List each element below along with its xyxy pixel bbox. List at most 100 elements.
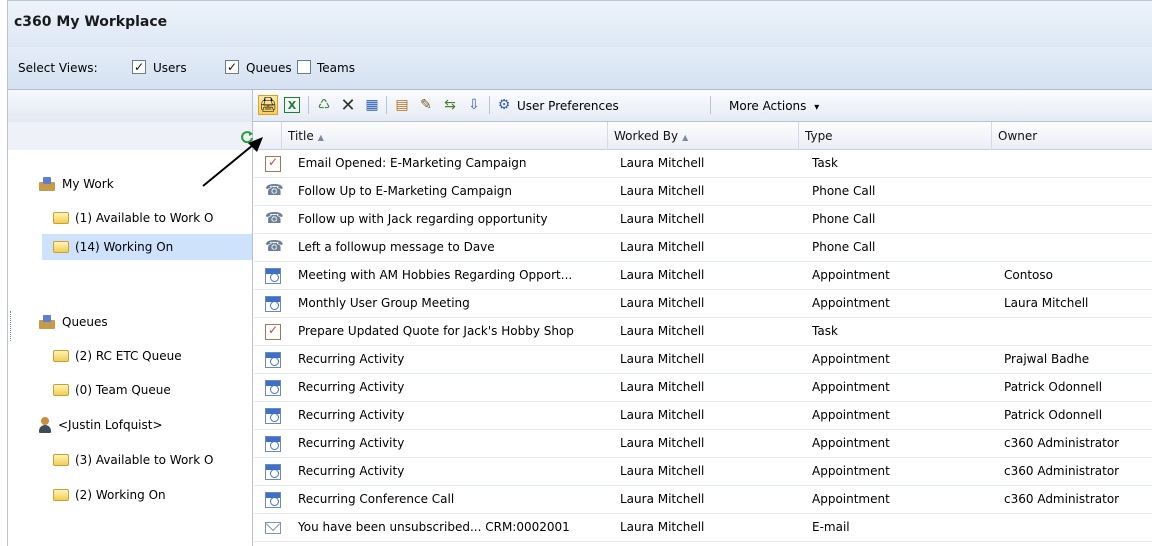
table-row[interactable]: Recurring Activity Laura Mitchell Appointm… (254, 346, 1152, 374)
properties-icon[interactable]: ▤ (392, 95, 412, 115)
print-icon[interactable]: 🖨 (258, 95, 278, 115)
cell-title: You have been unsubscribed... CRM:000200… (298, 520, 570, 534)
column-title-label: Title (288, 129, 314, 143)
cell-owner (1004, 206, 1152, 234)
toolbar-separator (710, 96, 711, 114)
table-row[interactable]: You have been unsubscribed... CRM:000200… (254, 514, 1152, 542)
cell-worked-by: Laura Mitchell (620, 408, 705, 422)
table-row[interactable]: Left a followup message to Dave Laura Mit… (254, 234, 1152, 262)
cell-title: Left a followup message to Dave (298, 240, 495, 254)
tree-item-label: (1) Available to Work O (75, 211, 214, 225)
assign-icon[interactable]: ♺ (314, 95, 334, 115)
toolbar-separator (386, 96, 387, 114)
more-actions-button[interactable]: More Actions ▾ (729, 99, 819, 113)
cell-type: Appointment (812, 492, 890, 506)
appointment-icon (265, 352, 281, 368)
folder-icon (53, 212, 69, 224)
cell-owner (1004, 514, 1152, 542)
tree-item-queues[interactable]: Queues (38, 309, 108, 335)
tree-item-available-to-work[interactable]: (1) Available to Work O (53, 205, 213, 231)
cell-owner (1004, 318, 1152, 346)
user-icon (38, 417, 52, 433)
teams-label: Teams (317, 61, 355, 75)
table-row[interactable]: Recurring Activity Laura Mitchell Appointm… (254, 430, 1152, 458)
splitter-handle[interactable] (10, 311, 12, 341)
cell-worked-by: Laura Mitchell (620, 492, 705, 506)
table-row[interactable]: Follow up with Jack regarding opportunit… (254, 206, 1152, 234)
toolbar: 🖨 X ♺ ✕ ▦ ▤ ✎ ⇆ ⇩ ⚙ User Preferences Mor… (8, 90, 1152, 122)
cell-owner: Contoso (1004, 268, 1053, 282)
cell-title: Recurring Activity (298, 464, 405, 478)
tree-item-working-on[interactable]: (14) Working On (42, 234, 252, 260)
cell-worked-by: Laura Mitchell (620, 212, 705, 226)
queues-label: Queues (246, 61, 292, 75)
folder-icon (53, 454, 69, 466)
folder-icon (53, 350, 69, 362)
tree-item-rc-etc-queue[interactable]: (2) RC ETC Queue (53, 343, 182, 369)
column-owner-label: Owner (998, 129, 1038, 143)
toolbar-separator (489, 96, 490, 114)
appointment-icon (265, 408, 281, 424)
table-row[interactable]: Follow Up to E-Marketing Campaign Laura M… (254, 178, 1152, 206)
cell-owner: Patrick Odonnell (1004, 380, 1103, 394)
table-row[interactable]: Recurring Activity Laura Mitchell Appointm… (254, 374, 1152, 402)
appointment-icon (265, 492, 281, 508)
cell-title: Recurring Conference Call (298, 492, 455, 506)
cell-owner: Prajwal Badhe (1004, 352, 1090, 366)
annotation-arrow (202, 137, 263, 187)
appointment-icon (265, 436, 281, 452)
folder-icon (53, 384, 69, 396)
cell-worked-by: Laura Mitchell (620, 324, 705, 338)
cell-type: Phone Call (812, 184, 876, 198)
cell-title: Recurring Activity (298, 408, 405, 422)
inbox-icon (38, 177, 56, 191)
tree-item-team-queue[interactable]: (0) Team Queue (53, 377, 171, 403)
tree-item-label: Queues (62, 315, 108, 329)
cell-title: Recurring Activity (298, 352, 405, 366)
cell-owner: Patrick Odonnell (1004, 408, 1103, 422)
table-row[interactable]: Recurring Activity Laura Mitchell Appointm… (254, 402, 1152, 430)
tree-item-label: My Work (62, 177, 114, 191)
phone-call-icon (265, 209, 284, 228)
column-header-type[interactable]: Type (798, 122, 991, 150)
tree-item-my-work[interactable]: My Work (38, 171, 114, 197)
column-header-owner[interactable]: Owner (991, 122, 1152, 150)
table-row[interactable]: Monthly User Group Meeting Laura Mitchell… (254, 290, 1152, 318)
queue-icon[interactable]: ⇆ (440, 95, 460, 115)
cell-type: Task (812, 156, 838, 170)
column-header-worked-by[interactable]: Worked By ▲ (607, 122, 798, 150)
tree-item-justin-lofquist[interactable]: <Justin Lofquist> (38, 412, 163, 438)
cell-owner (1004, 150, 1152, 178)
table-row[interactable]: Email Opened: E-Marketing Campaign Laura … (254, 150, 1152, 178)
release-icon[interactable]: ⇩ (464, 95, 484, 115)
delete-icon[interactable]: ✕ (338, 95, 358, 116)
tree-item-label: (2) RC ETC Queue (75, 349, 182, 363)
user-preferences-icon[interactable]: ⚙ (494, 95, 514, 115)
more-actions-label: More Actions (729, 99, 807, 113)
users-checkbox[interactable]: ✓ (132, 60, 146, 74)
edit-icon[interactable]: ✎ (416, 95, 436, 115)
table-row[interactable]: Recurring Activity Laura Mitchell Appointm… (254, 458, 1152, 486)
folder-icon (53, 241, 69, 253)
cell-type: Phone Call (812, 212, 876, 226)
cell-type: Task (812, 324, 838, 338)
table-row[interactable]: Prepare Updated Quote for Jack's Hobby S… (254, 318, 1152, 346)
teams-checkbox[interactable] (297, 60, 311, 74)
tree-item-working-on[interactable]: (2) Working On (53, 482, 166, 508)
email-icon (265, 522, 281, 534)
table-row[interactable]: Recurring Conference Call Laura Mitchell A… (254, 486, 1152, 514)
column-worked-by-label: Worked By (614, 129, 679, 143)
tree-item-available-to-work[interactable]: (3) Available to Work O (53, 447, 213, 473)
table-row[interactable]: Meeting with AM Hobbies Regarding Opport… (254, 262, 1152, 290)
tree-item-label: (14) Working On (75, 240, 174, 254)
queues-checkbox[interactable]: ✓ (225, 60, 239, 74)
activity-grid: Email Opened: E-Marketing Campaign Laura … (254, 150, 1152, 546)
user-preferences-button[interactable]: User Preferences (517, 99, 619, 113)
column-type-label: Type (805, 129, 833, 143)
save-icon[interactable]: ▦ (362, 95, 382, 115)
users-label: Users (153, 61, 187, 75)
sort-ascending-icon: ▲ (317, 133, 324, 142)
excel-icon[interactable]: X (284, 97, 300, 113)
cell-type: E-mail (812, 520, 850, 534)
column-header-title[interactable]: Title ▲ (281, 122, 607, 150)
